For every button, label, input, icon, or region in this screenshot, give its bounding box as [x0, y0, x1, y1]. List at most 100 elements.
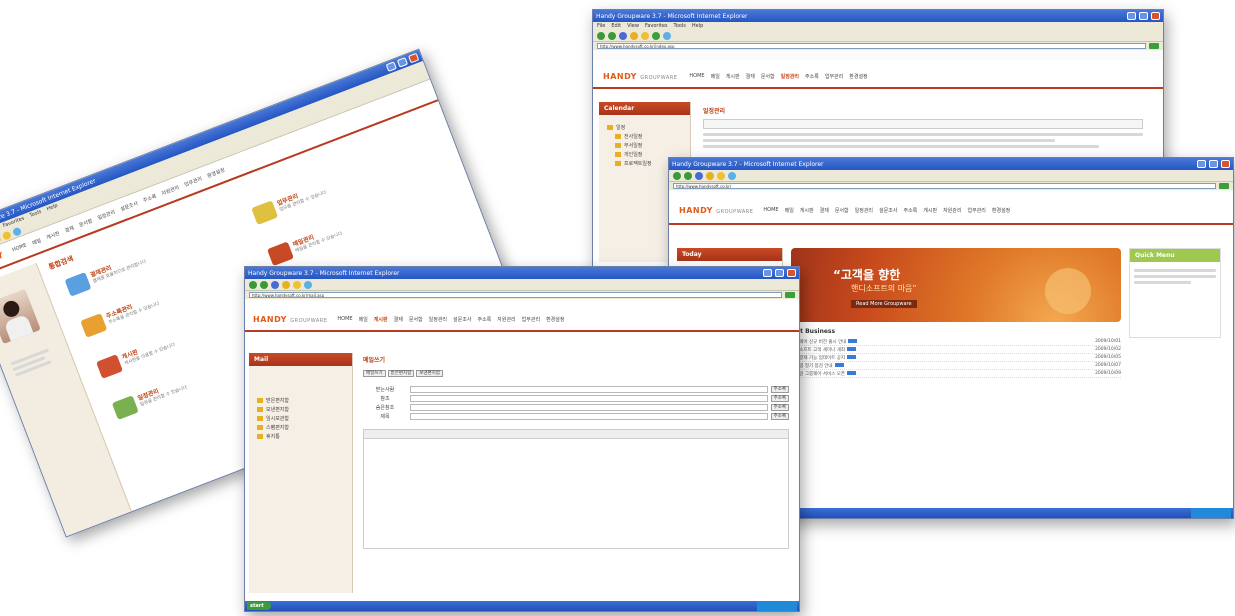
- nav-item[interactable]: 설문조사: [119, 200, 139, 213]
- nav-item[interactable]: 일정관리: [429, 316, 447, 323]
- news-row[interactable]: 그룹웨어 신규 버전 출시 안내 2009/10/01: [791, 338, 1121, 346]
- address-book-button[interactable]: 주소록: [770, 404, 789, 411]
- nav-item[interactable]: 게시판: [923, 207, 937, 214]
- start-button[interactable]: start: [247, 602, 271, 610]
- go-button[interactable]: [1219, 183, 1229, 189]
- folder-item[interactable]: 보낸편지함: [257, 405, 344, 414]
- editor-body[interactable]: [363, 439, 789, 549]
- feature-tile[interactable]: 업무관리 업무를 관리할 수 있습니다: [251, 181, 328, 226]
- folder-item[interactable]: 임시보관함: [257, 414, 344, 423]
- nav-item[interactable]: 문서함: [835, 207, 849, 214]
- minimize-button[interactable]: [1197, 160, 1206, 168]
- address-book-button[interactable]: 주소록: [770, 413, 789, 420]
- nav-item[interactable]: 메일: [785, 207, 794, 214]
- nav-item[interactable]: 설문조사: [879, 207, 897, 214]
- go-button[interactable]: [1149, 43, 1159, 49]
- tree-item[interactable]: 일정: [607, 123, 682, 132]
- folder-item[interactable]: 받은편지함: [257, 396, 344, 405]
- compose-tab[interactable]: 메일쓰기: [363, 370, 386, 377]
- nav-item[interactable]: 주소록: [477, 316, 491, 323]
- nav-item[interactable]: HOME: [689, 73, 704, 80]
- media-icon[interactable]: [652, 31, 660, 40]
- minimize-button[interactable]: [763, 269, 772, 277]
- nav-item[interactable]: 환경설정: [849, 73, 867, 80]
- nav-item[interactable]: 주소록: [805, 73, 819, 80]
- field-input[interactable]: [410, 404, 768, 411]
- nav-item[interactable]: 업무관리: [183, 175, 203, 188]
- mail-icon[interactable]: [663, 31, 671, 40]
- feature-tile[interactable]: 게시판 게시판을 이용할 수 있습니다: [96, 333, 177, 379]
- refresh-icon[interactable]: [619, 31, 627, 40]
- folder-item[interactable]: 스팸편지함: [257, 423, 344, 432]
- back-icon[interactable]: [249, 280, 257, 289]
- home-icon[interactable]: [630, 31, 638, 40]
- close-button[interactable]: [1221, 160, 1230, 168]
- folder-item[interactable]: 휴지통: [257, 432, 344, 441]
- nav-item[interactable]: 일정관리: [97, 209, 116, 221]
- nav-item[interactable]: 자원관리: [943, 207, 961, 214]
- maximize-button[interactable]: [1139, 12, 1148, 20]
- news-row[interactable]: 전자결재 기능 업데이트 공지 2009/10/05: [791, 354, 1121, 362]
- news-row[interactable]: 모바일 그룹웨어 서비스 오픈 2009/10/09: [791, 370, 1121, 378]
- refresh-icon[interactable]: [695, 171, 703, 180]
- address-book-button[interactable]: 주소록: [770, 386, 789, 393]
- banner-more-button[interactable]: Read More Groupware: [851, 300, 917, 308]
- history-icon[interactable]: [11, 226, 23, 237]
- nav-item[interactable]: 메일: [711, 73, 720, 80]
- menu-item[interactable]: Edit: [611, 23, 621, 29]
- tree-item[interactable]: 부서일정: [607, 141, 682, 150]
- favorites-icon[interactable]: [293, 280, 301, 289]
- menu-item[interactable]: Help: [692, 23, 703, 29]
- news-row[interactable]: 핸디소프트 고객 세미나 개최 2009/10/02: [791, 346, 1121, 354]
- nav-item[interactable]: 결재: [394, 316, 403, 323]
- close-button[interactable]: [1151, 12, 1160, 20]
- forward-icon[interactable]: [684, 171, 692, 180]
- maximize-button[interactable]: [775, 269, 784, 277]
- menu-item[interactable]: File: [597, 23, 605, 29]
- compose-tab[interactable]: 받은편지함: [387, 370, 415, 377]
- nav-item[interactable]: 결재: [820, 207, 829, 214]
- nav-item[interactable]: 자원관리: [161, 184, 180, 197]
- address-input[interactable]: http://www.handysoft.co.kr/: [673, 183, 1216, 189]
- home-icon[interactable]: [282, 280, 290, 289]
- nav-item[interactable]: 게시판: [800, 207, 814, 214]
- favorites-icon[interactable]: [641, 31, 649, 40]
- nav-item[interactable]: 일정관리: [855, 207, 873, 214]
- favorites-icon[interactable]: [1, 230, 12, 241]
- tree-item[interactable]: 전사일정: [607, 132, 682, 141]
- nav-item[interactable]: 문서함: [78, 217, 93, 229]
- menu-item[interactable]: Tools: [674, 23, 686, 29]
- nav-item[interactable]: 환경설정: [992, 207, 1010, 214]
- nav-item[interactable]: HOME: [11, 242, 28, 254]
- nav-item[interactable]: 결재: [746, 73, 755, 80]
- feature-tile[interactable]: 메일관리 메일을 관리할 수 있습니다: [266, 222, 344, 267]
- refresh-icon[interactable]: [271, 280, 279, 289]
- menu-item[interactable]: View: [627, 23, 639, 29]
- nav-item[interactable]: 결재: [64, 224, 75, 234]
- nav-item[interactable]: 설문조사: [453, 316, 471, 323]
- forward-icon[interactable]: [260, 280, 268, 289]
- favorites-icon[interactable]: [717, 171, 725, 180]
- maximize-button[interactable]: [1209, 160, 1218, 168]
- compose-tab[interactable]: 보낸편지함: [416, 370, 443, 377]
- nav-item[interactable]: 일정관리: [781, 73, 799, 80]
- address-input[interactable]: http://www.handysoft.co.kr/index.asp: [597, 43, 1146, 49]
- news-row[interactable]: 시스템 정기 점검 안내 2009/10/07: [791, 362, 1121, 370]
- feature-tile[interactable]: 결재관리 결재를 효율적으로 관리합니다: [64, 250, 148, 297]
- nav-item[interactable]: 환경설정: [546, 316, 564, 323]
- field-input[interactable]: [410, 413, 768, 420]
- nav-item[interactable]: 환경설정: [206, 166, 226, 179]
- address-book-button[interactable]: 주소록: [770, 395, 789, 402]
- history-icon[interactable]: [728, 171, 736, 180]
- go-button[interactable]: [785, 292, 795, 298]
- nav-item[interactable]: 메일: [31, 237, 43, 247]
- history-icon[interactable]: [304, 280, 312, 289]
- nav-item[interactable]: 업무관리: [825, 73, 843, 80]
- nav-item[interactable]: 게시판: [726, 73, 740, 80]
- nav-item[interactable]: 업무관리: [522, 316, 540, 323]
- home-icon[interactable]: [706, 171, 714, 180]
- feature-tile[interactable]: 일정관리 일정을 관리할 수 있습니다: [111, 376, 189, 420]
- nav-item[interactable]: 주소록: [903, 207, 917, 214]
- nav-item[interactable]: 메일: [359, 316, 368, 323]
- field-input[interactable]: [410, 395, 768, 402]
